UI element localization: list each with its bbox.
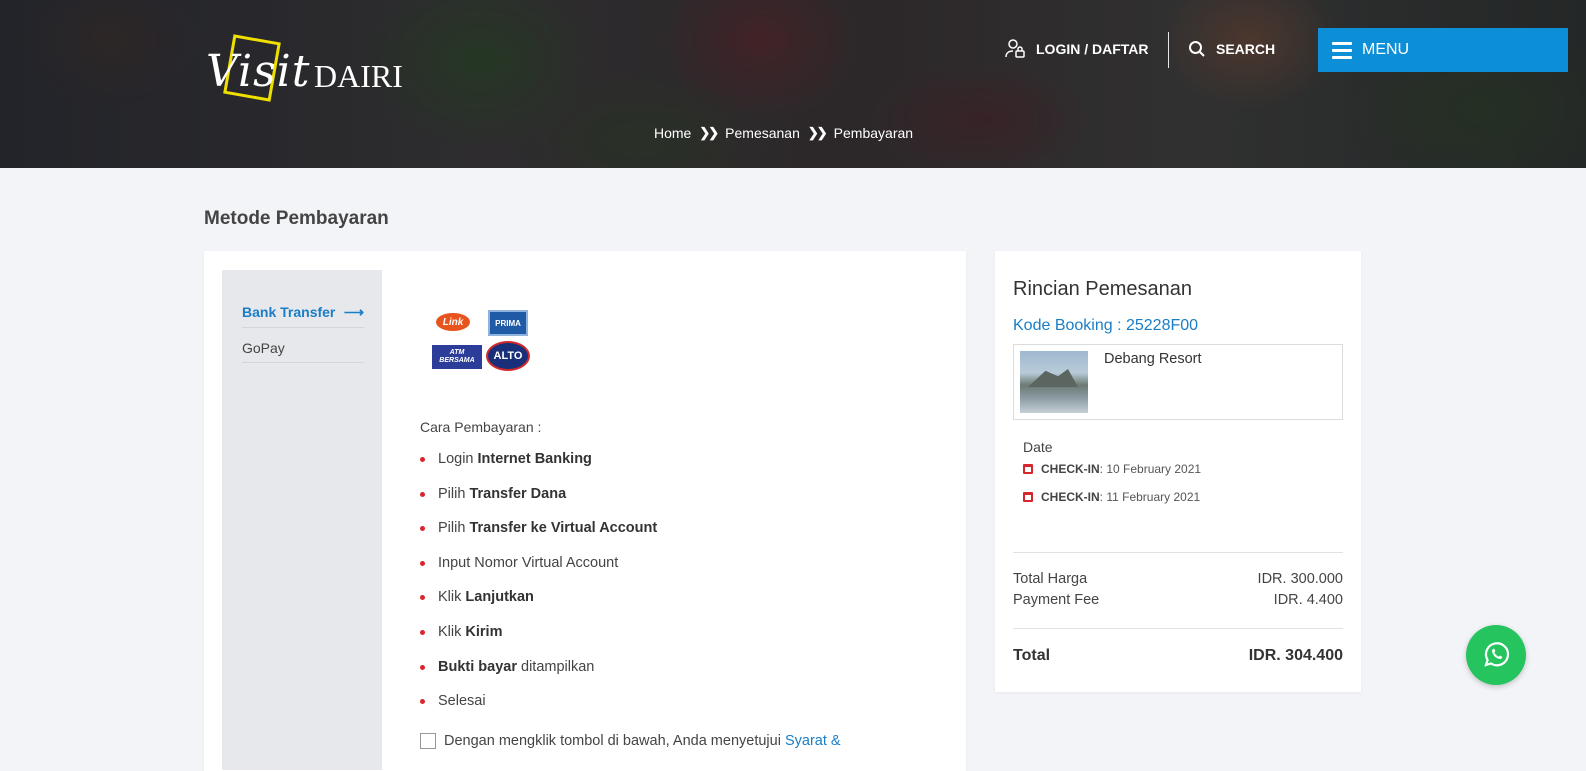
bullet-icon xyxy=(420,526,425,532)
nav-item-label: GoPay xyxy=(242,340,285,356)
terms-checkbox[interactable] xyxy=(420,733,436,749)
atm-bersama-logo: ATM BERSAMA xyxy=(432,345,482,369)
breadcrumb: Home ❯❯ Pemesanan ❯❯ Pembayaran xyxy=(654,125,913,141)
total-harga-row: Total Harga IDR. 300.000 xyxy=(1013,571,1343,587)
list-item: Input Nomor Virtual Account xyxy=(420,555,657,590)
bullet-icon xyxy=(420,560,425,566)
alto-logo: ALTO xyxy=(486,341,530,371)
logo-visit-text: Visit xyxy=(206,46,311,97)
menu-label: MENU xyxy=(1362,41,1410,58)
arrow-right-icon: ⟶ xyxy=(343,304,364,320)
list-item: Pilih Transfer ke Virtual Account xyxy=(420,520,657,555)
search-label: SEARCH xyxy=(1216,41,1276,57)
agreement-text: Dengan mengklik tombol di bawah, Anda me… xyxy=(444,733,785,749)
bullet-icon xyxy=(420,664,425,670)
nav-item-gopay[interactable]: GoPay xyxy=(242,340,364,363)
summary-title: Rincian Pemesanan xyxy=(1013,278,1192,300)
header-banner: Visit DAIRI LOGIN / DAFTAR SEARCH MENU H… xyxy=(0,0,1586,168)
page-title: Metode Pembayaran xyxy=(204,208,389,229)
header-divider xyxy=(1168,32,1169,68)
bullet-icon xyxy=(420,491,425,497)
resort-name: Debang Resort xyxy=(1104,351,1202,367)
order-summary-card: Rincian Pemesanan Kode Booking : 25228F0… xyxy=(995,251,1361,692)
list-item: Klik Lanjutkan xyxy=(420,589,657,624)
breadcrumb-pembayaran: Pembayaran xyxy=(833,125,914,141)
divider xyxy=(1013,552,1343,553)
logo-dairi-text: DAIRI xyxy=(314,58,403,94)
bullet-icon xyxy=(420,595,425,601)
payment-fee-row: Payment Fee IDR. 4.400 xyxy=(1013,592,1343,608)
breadcrumb-pemesanan[interactable]: Pemesanan xyxy=(725,125,800,141)
bullet-icon xyxy=(420,457,425,462)
search-link[interactable]: SEARCH xyxy=(1188,40,1275,58)
double-chevron-right-icon: ❯❯ xyxy=(699,125,719,140)
list-item: Bukti bayar ditampilkan xyxy=(420,659,657,694)
hamburger-icon xyxy=(1332,41,1352,59)
instructions-title: Cara Pembayaran : xyxy=(420,419,542,435)
booking-code: Kode Booking : 25228F00 xyxy=(1013,317,1199,334)
user-lock-icon xyxy=(1005,39,1025,58)
nav-item-label: Bank Transfer xyxy=(242,304,336,320)
terms-agreement: Dengan mengklik tombol di bawah, Anda me… xyxy=(420,733,841,749)
resort-item: Debang Resort xyxy=(1013,344,1343,420)
list-item: Login Internet Banking xyxy=(420,451,657,486)
prima-logo: PRIMA xyxy=(488,310,528,336)
divider xyxy=(1013,628,1343,629)
bullet-icon xyxy=(420,699,425,705)
breadcrumb-home[interactable]: Home xyxy=(654,125,691,141)
date-label: Date xyxy=(1023,439,1053,455)
checkin-row: CHECK-IN: 10 February 2021 xyxy=(1023,462,1201,476)
bullet-icon xyxy=(420,629,425,635)
search-icon xyxy=(1189,41,1205,57)
calendar-icon xyxy=(1023,464,1033,474)
bank-network-logos: Link PRIMA ATM BERSAMA ALTO xyxy=(432,307,532,371)
terms-link[interactable]: Syarat & xyxy=(785,733,841,749)
list-item: Pilih Transfer Dana xyxy=(420,486,657,521)
resort-thumbnail xyxy=(1020,351,1088,413)
payment-card: Bank Transfer ⟶ GoPay Link PRIMA ATM BER… xyxy=(204,251,966,771)
site-logo[interactable]: Visit DAIRI xyxy=(206,34,406,108)
instruction-steps: Login Internet Banking Pilih Transfer Da… xyxy=(420,451,657,728)
double-chevron-right-icon: ❯❯ xyxy=(807,125,828,140)
grand-total-row: Total IDR. 304.400 xyxy=(1013,647,1343,664)
whatsapp-button[interactable] xyxy=(1466,625,1526,685)
list-item: Selesai xyxy=(420,693,657,728)
link-logo: Link xyxy=(436,313,470,331)
whatsapp-icon xyxy=(1484,642,1510,667)
list-item: Klik Kirim xyxy=(420,624,657,659)
login-label: LOGIN / DAFTAR xyxy=(1036,41,1149,57)
menu-button[interactable]: MENU xyxy=(1318,28,1568,72)
nav-item-bank-transfer[interactable]: Bank Transfer ⟶ xyxy=(242,304,364,328)
payment-method-nav: Bank Transfer ⟶ GoPay xyxy=(222,270,382,770)
calendar-icon xyxy=(1023,492,1033,502)
checkout-row: CHECK-IN: 11 February 2021 xyxy=(1023,490,1200,504)
login-link[interactable]: LOGIN / DAFTAR xyxy=(1004,38,1149,60)
